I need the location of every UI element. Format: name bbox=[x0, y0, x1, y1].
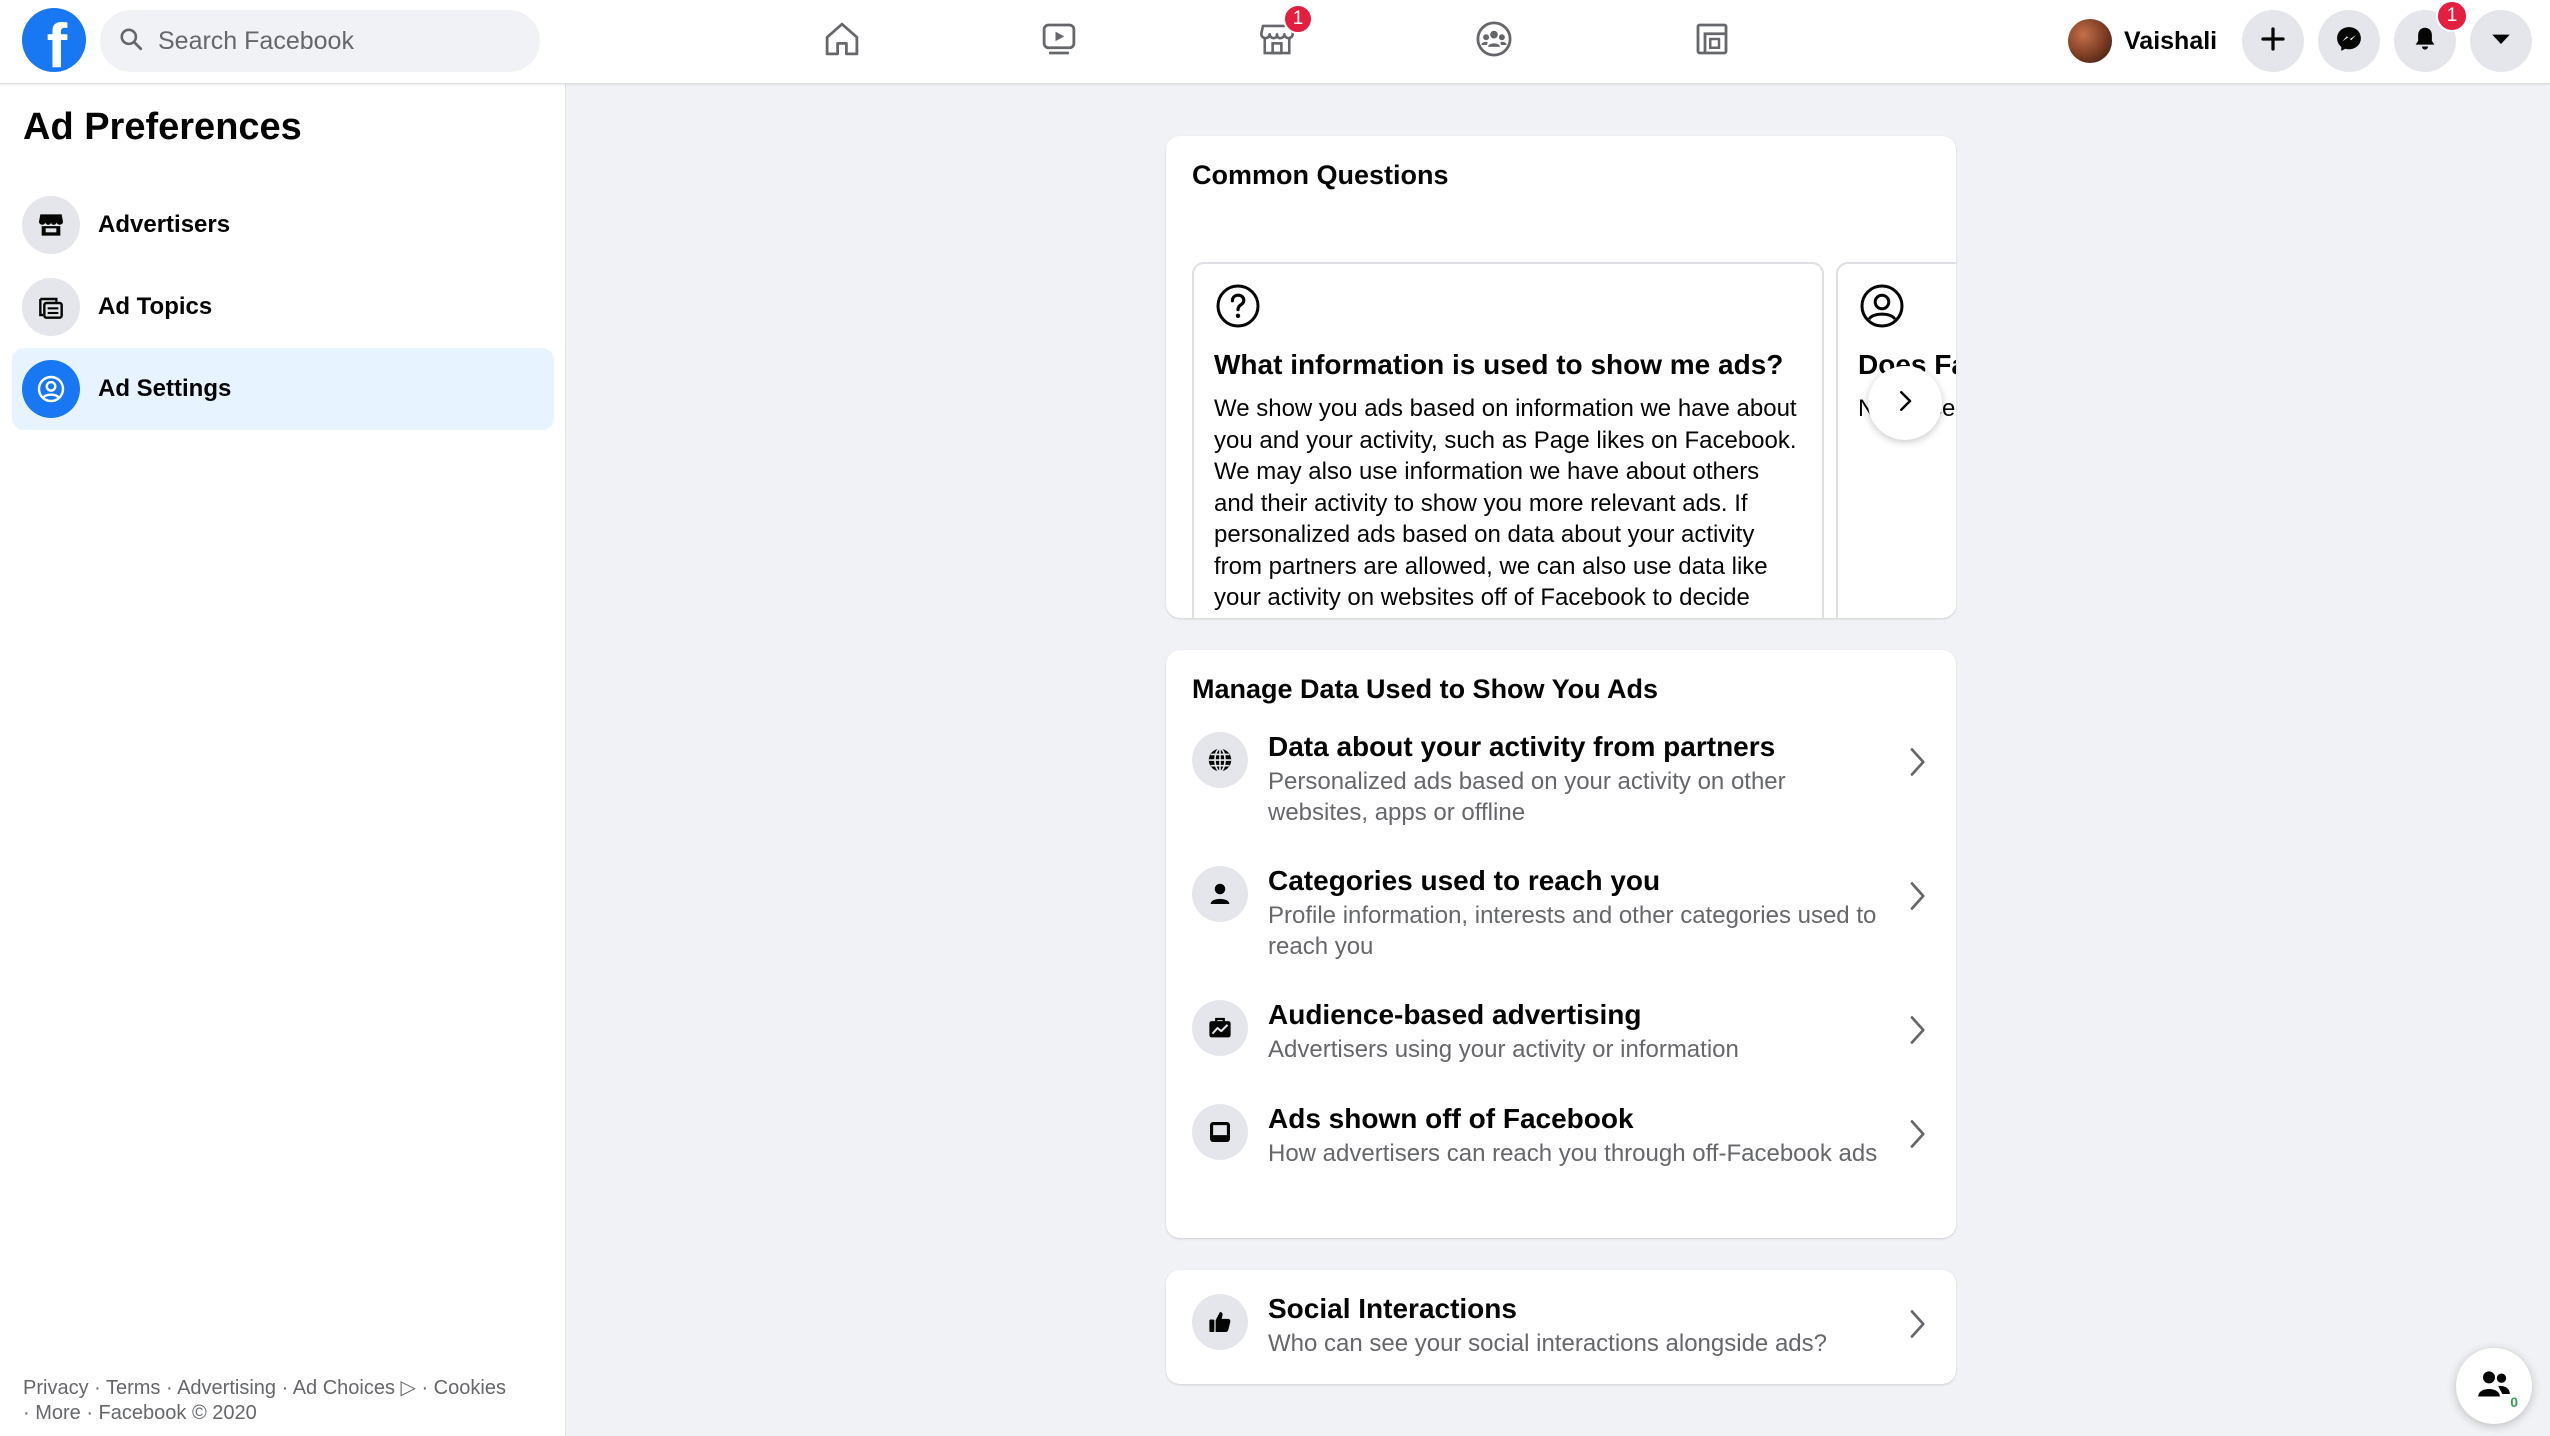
social-interactions-card: Social Interactions Who can see your soc… bbox=[1166, 1270, 1956, 1384]
partners-data-row[interactable]: Data about your activity from partners P… bbox=[1192, 731, 1932, 828]
profile-name: Vaishali bbox=[2124, 26, 2218, 55]
caret-down-icon bbox=[2486, 24, 2516, 59]
search-input[interactable] bbox=[158, 26, 518, 56]
topics-icon bbox=[22, 278, 80, 336]
groups-icon bbox=[1473, 18, 1515, 65]
online-count: 0 bbox=[2510, 1394, 2518, 1410]
categories-row[interactable]: Categories used to reach you Profile inf… bbox=[1192, 865, 1932, 962]
row-title: Audience-based advertising bbox=[1268, 999, 1642, 1030]
section-title: Manage Data Used to Show You Ads bbox=[1192, 674, 1659, 704]
social-interactions-row[interactable]: Social Interactions Who can see your soc… bbox=[1192, 1293, 1932, 1359]
sidebar-item-label: Ad Topics bbox=[98, 293, 213, 320]
chevron-right-icon bbox=[1910, 882, 1925, 910]
page-title: Ad Preferences bbox=[23, 106, 302, 148]
row-title: Ads shown off of Facebook bbox=[1268, 1103, 1634, 1134]
chevron-right-icon bbox=[1910, 1016, 1925, 1044]
question-title: What information is used to show me ads? bbox=[1214, 349, 1784, 380]
notifications-badge: 1 bbox=[2436, 0, 2468, 32]
off-facebook-ads-row[interactable]: Ads shown off of Facebook How advertiser… bbox=[1192, 1103, 1932, 1169]
create-button[interactable] bbox=[2242, 10, 2304, 72]
nav-marketplace[interactable]: 1 bbox=[1217, 0, 1337, 82]
notifications-button[interactable]: 1 bbox=[2394, 0, 2468, 72]
question-circle-icon bbox=[1214, 282, 1802, 335]
carousel-next-button[interactable] bbox=[1868, 366, 1942, 440]
globe-icon bbox=[1192, 732, 1248, 788]
row-subtitle: Who can see your social interactions alo… bbox=[1268, 1330, 1827, 1357]
search-bar[interactable] bbox=[100, 10, 540, 72]
video-play-icon bbox=[1038, 18, 1080, 65]
row-title: Social Interactions bbox=[1268, 1293, 1517, 1324]
messenger-button[interactable] bbox=[2318, 10, 2380, 72]
chevron-right-icon bbox=[1890, 386, 1920, 421]
footer-line[interactable]: Privacy · Terms · Advertising · Ad Choic… bbox=[23, 1376, 553, 1401]
search-icon bbox=[118, 26, 144, 57]
sidebar-item-label: Ad Settings bbox=[98, 375, 232, 402]
nav-home[interactable] bbox=[782, 0, 902, 82]
avatar bbox=[2068, 19, 2112, 63]
people-icon bbox=[2474, 1364, 2514, 1409]
account-menu-button[interactable] bbox=[2470, 10, 2532, 72]
store-icon bbox=[22, 196, 80, 254]
nav-groups[interactable] bbox=[1434, 0, 1554, 82]
plus-icon bbox=[2258, 24, 2288, 59]
nav-gaming[interactable] bbox=[1652, 0, 1772, 82]
question-card[interactable]: What information is used to show me ads?… bbox=[1192, 262, 1824, 618]
row-subtitle: Personalized ads based on your activity … bbox=[1268, 768, 1786, 826]
profile-button[interactable]: Vaishali bbox=[2062, 12, 2227, 70]
sidebar-item-advertisers[interactable]: Advertisers bbox=[12, 184, 554, 266]
display-icon bbox=[1192, 1104, 1248, 1160]
contacts-chat-button[interactable]: 0 bbox=[2456, 1348, 2532, 1424]
nav-watch[interactable] bbox=[999, 0, 1119, 82]
sidebar-item-ad-settings[interactable]: Ad Settings bbox=[12, 348, 554, 430]
chevron-right-icon bbox=[1910, 1310, 1925, 1338]
user-circle-icon bbox=[22, 360, 80, 418]
row-subtitle: Profile information, interests and other… bbox=[1268, 902, 1877, 960]
common-questions-card: Common Questions What information is use… bbox=[1166, 136, 1956, 618]
footer-line[interactable]: · More · Facebook © 2020 bbox=[23, 1401, 553, 1426]
logo-letter: f bbox=[46, 12, 68, 73]
question-card[interactable]: Does Fa No, Facel pe l y ce bbox=[1836, 262, 1956, 618]
row-title: Categories used to reach you bbox=[1268, 865, 1661, 896]
home-icon bbox=[821, 18, 863, 65]
sidebar-item-ad-topics[interactable]: Ad Topics bbox=[12, 266, 554, 348]
gaming-icon bbox=[1691, 18, 1733, 65]
user-circle-icon bbox=[1858, 282, 1956, 335]
question-body: We show you ads based on information we … bbox=[1214, 395, 1797, 618]
section-title: Common Questions bbox=[1192, 160, 1449, 190]
row-subtitle: How advertisers can reach you through of… bbox=[1268, 1140, 1878, 1167]
chevron-right-icon bbox=[1910, 1120, 1925, 1148]
top-navigation-bar: f 1 Vaishali bbox=[0, 0, 2550, 84]
left-sidebar: Ad Preferences Advertisers Ad Topics Ad … bbox=[0, 84, 566, 1436]
marketplace-badge: 1 bbox=[1283, 4, 1313, 34]
footer-links[interactable]: Privacy · Terms · Advertising · Ad Choic… bbox=[23, 1376, 553, 1426]
manage-data-card: Manage Data Used to Show You Ads Data ab… bbox=[1166, 650, 1956, 1238]
audience-advertising-row[interactable]: Audience-based advertising Advertisers u… bbox=[1192, 999, 1932, 1065]
facebook-logo[interactable]: f bbox=[22, 8, 86, 72]
messenger-icon bbox=[2334, 24, 2364, 59]
row-title: Data about your activity from partners bbox=[1268, 731, 1776, 762]
chevron-right-icon bbox=[1910, 748, 1925, 776]
person-icon bbox=[1192, 866, 1248, 922]
bell-icon bbox=[2410, 24, 2440, 59]
briefcase-chart-icon bbox=[1192, 1000, 1248, 1056]
row-subtitle: Advertisers using your activity or infor… bbox=[1268, 1036, 1739, 1063]
thumbs-up-icon bbox=[1192, 1294, 1248, 1350]
sidebar-item-label: Advertisers bbox=[98, 211, 231, 238]
